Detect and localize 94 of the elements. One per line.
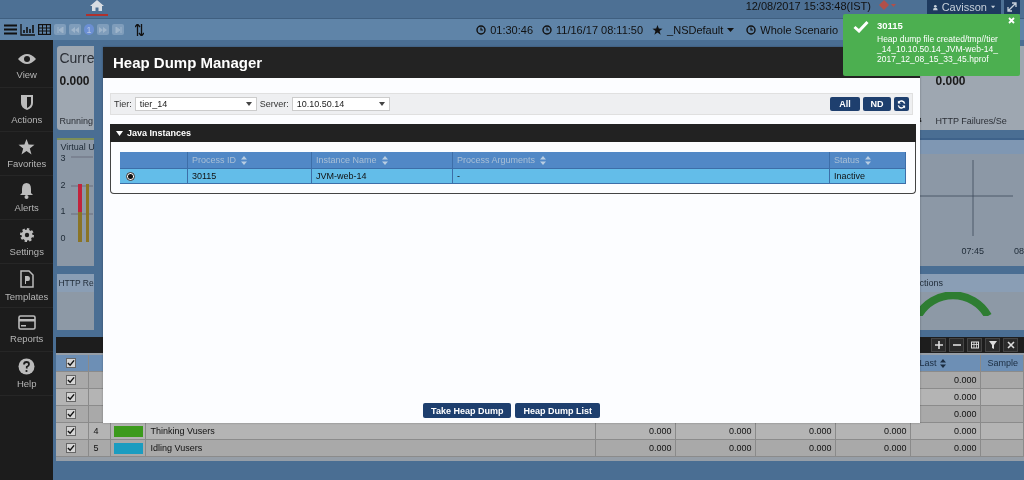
sort-icon[interactable] — [940, 358, 947, 368]
checkbox[interactable] — [66, 443, 77, 453]
eye-icon — [16, 51, 37, 66]
start-time: 11/16/17 08:11:50 — [556, 23, 644, 36]
minus-icon[interactable] — [949, 338, 964, 352]
table-icon[interactable] — [967, 338, 982, 352]
checkbox[interactable] — [66, 392, 77, 402]
action-button[interactable]: Take Heap Dump — [423, 403, 512, 418]
expand-button[interactable] — [1004, 0, 1020, 14]
caret-icon[interactable] — [727, 27, 735, 32]
table-cell: 0.000 — [728, 426, 752, 436]
checkbox[interactable] — [66, 409, 77, 419]
table-cell: 0.000 — [953, 375, 977, 385]
field-label: Server: — [259, 99, 289, 109]
filter-icon[interactable] — [985, 338, 1000, 352]
table-cell: 0.000 — [883, 443, 907, 453]
checkbox[interactable] — [66, 358, 77, 368]
table-cell: - — [453, 168, 830, 184]
table-cell: 0.000 — [728, 443, 752, 453]
server-select[interactable]: 10.10.50.14 — [291, 97, 390, 111]
axis-label: 2 — [60, 179, 66, 190]
metric-value: 0.000 — [59, 74, 91, 88]
filter-button[interactable]: All — [830, 97, 860, 111]
table-cell: 0.000 — [808, 426, 832, 436]
table-cell: 0.000 — [953, 409, 977, 419]
filter-button[interactable]: ND — [863, 97, 891, 111]
table-cell: Inactive — [830, 168, 906, 184]
credit-card-icon — [17, 315, 36, 330]
star-icon — [18, 138, 36, 155]
favorite-dropdown[interactable]: _NSDefault — [667, 23, 724, 36]
panel-title: Virtual U — [60, 142, 95, 152]
bar-chart-icon[interactable] — [20, 23, 35, 36]
table-cell: 0.000 — [953, 426, 977, 436]
help-icon — [18, 358, 36, 375]
card-footer: Running — [59, 116, 95, 126]
table-cell: 0.000 — [953, 392, 977, 402]
clock-icon — [746, 24, 757, 35]
notification-title: 30115 — [877, 20, 904, 31]
metric-value: 0.000 — [935, 74, 967, 88]
clock-icon — [476, 24, 487, 35]
field-label: Tier: — [114, 99, 132, 109]
metric-name: Thinking Vusers — [150, 426, 215, 436]
scope-label: Whole Scenario — [760, 23, 838, 36]
caret-icon — [116, 130, 123, 136]
panel-title: HTTP Re — [57, 274, 95, 292]
clock-icon — [542, 24, 552, 35]
metric-name: Idling Vusers — [150, 443, 203, 453]
expand-icon — [1007, 2, 1017, 12]
bell-icon — [19, 182, 35, 199]
document-icon — [19, 269, 34, 288]
menu-icon[interactable] — [4, 24, 17, 35]
radio-button[interactable] — [126, 171, 135, 181]
axis-label: 1 — [60, 206, 66, 217]
axis-label: 3 — [60, 153, 66, 163]
user-icon — [933, 2, 938, 12]
card-title: Curre — [59, 50, 95, 66]
plus-icon[interactable] — [931, 338, 946, 352]
table-cell: 0.000 — [883, 426, 907, 436]
caret-icon — [378, 102, 385, 106]
card-title: HTTP Failures/Se — [935, 116, 1008, 126]
table-cell: 0.000 — [953, 443, 977, 453]
star-icon — [652, 24, 664, 35]
shield-icon — [19, 94, 34, 111]
gear-icon — [18, 226, 35, 243]
notification-message: Heap dump file created/tmp//tier_14_10.10.50.14_JVM-web-14_2017_12_08_15_33_45.hprof — [877, 34, 999, 64]
checkbox[interactable] — [66, 426, 77, 436]
axis-label: 0 — [60, 232, 66, 243]
user-menu[interactable]: Cavisson — [927, 0, 1001, 14]
close-icon[interactable] — [1003, 338, 1018, 352]
table-cell: 30115 — [188, 168, 312, 184]
column-header[interactable]: Last — [919, 358, 937, 368]
row-number: 5 — [93, 443, 99, 453]
elapsed-time: 01:30:46 — [490, 23, 533, 36]
table-cell: 0.000 — [808, 443, 832, 453]
caret-icon — [990, 5, 995, 9]
row-number: 4 — [93, 426, 99, 436]
column-header[interactable]: Sample — [987, 358, 1018, 368]
date-time: 12/08/2017 15:33:48(IST) — [745, 0, 871, 12]
section-header[interactable]: Java Instances — [110, 124, 916, 142]
table-cell: 0.000 — [648, 426, 672, 436]
tier-select[interactable]: tier_14 — [134, 97, 257, 111]
refresh-icon — [897, 99, 906, 109]
action-button[interactable]: Heap Dump List — [515, 403, 600, 418]
sort-icon[interactable] — [135, 23, 144, 36]
caret-icon — [245, 102, 252, 106]
check-icon — [853, 20, 869, 33]
checkbox[interactable] — [66, 375, 77, 385]
axis-label: 07:45 — [961, 246, 984, 256]
table-cell: 0.000 — [648, 443, 672, 453]
axis-label: 08 — [1014, 246, 1024, 256]
table-cell: JVM-web-14 — [312, 168, 453, 184]
refresh-button[interactable] — [894, 97, 909, 111]
table-icon[interactable] — [38, 24, 51, 35]
home-icon[interactable] — [90, 0, 104, 11]
